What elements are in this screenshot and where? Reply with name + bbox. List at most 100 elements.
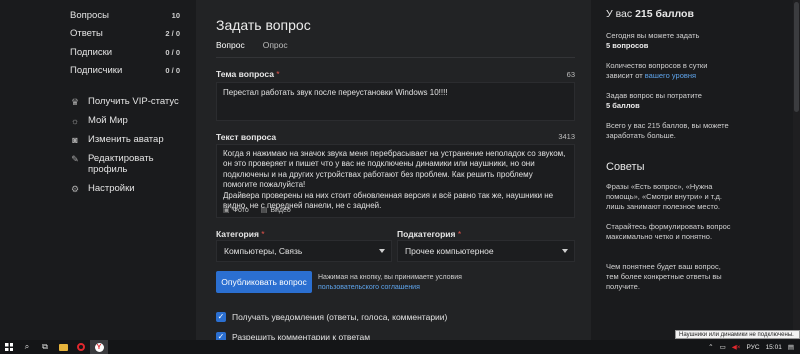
crown-icon: ♛: [70, 97, 80, 107]
stat-subscriptions[interactable]: Подписки 0 / 0: [70, 43, 185, 62]
stat-label: Подписки: [70, 46, 113, 58]
sidebar-menu: ♛ Получить VIP-статус ☼ Мой Мир ◙ Измени…: [70, 92, 185, 198]
stat-questions[interactable]: Вопросы 10: [70, 6, 185, 25]
tip-text: Старайтесь формулировать вопрос максимал…: [606, 222, 731, 241]
start-button[interactable]: [0, 340, 18, 354]
page: Вопросы 10 Ответы 2 / 0 Подписки 0 / 0 П…: [0, 0, 800, 342]
menu-item-edit-profile[interactable]: ✎ Редактировать профиль: [70, 149, 185, 179]
camera-icon: ◙: [72, 135, 78, 145]
menu-item-avatar[interactable]: ◙ Изменить аватар: [70, 130, 185, 149]
required-mark: *: [457, 229, 462, 239]
opera-button[interactable]: [72, 340, 90, 354]
category-label-text: Категория: [216, 229, 259, 239]
subcategory-label-text: Подкатегория: [397, 229, 456, 239]
menu-item-settings[interactable]: ⚙ Настройки: [70, 179, 185, 198]
network-icon[interactable]: ▭: [720, 343, 726, 351]
user-agreement-link[interactable]: пользовательского соглашения: [318, 283, 462, 293]
yandex-icon: Y: [94, 342, 104, 352]
page-title: Задать вопрос: [216, 17, 311, 33]
subcategory-select[interactable]: Прочее компьютерное: [397, 240, 575, 262]
attach-video-button[interactable]: ▤ Видео: [261, 206, 291, 214]
questions-left-info: Сегодня вы можете задать 5 вопросов: [606, 31, 731, 51]
subcategory-label: Подкатегория *: [397, 229, 461, 239]
chevron-up-icon[interactable]: ⌃: [708, 343, 713, 351]
menu-item-vip[interactable]: ♛ Получить VIP-статус: [70, 92, 185, 111]
menu-item-label: Получить VIP-статус: [88, 96, 179, 107]
system-tray: ⌃ ▭ ◀× РУС 15:01 ▤: [708, 340, 800, 354]
topic-input[interactable]: Перестал работать звук после переустанов…: [216, 82, 575, 121]
clock[interactable]: 15:01: [766, 344, 782, 351]
attach-video-label: Видео: [270, 207, 291, 214]
stat-label: Вопросы: [70, 9, 109, 21]
required-mark: *: [261, 229, 265, 239]
publish-question-button[interactable]: Опубликовать вопрос: [216, 271, 312, 293]
opera-icon: [77, 343, 85, 351]
attach-bar: ▣ Фото ▤ Видео: [223, 206, 291, 214]
yandex-browser-button[interactable]: Y: [90, 340, 108, 354]
speaker-muted-icon[interactable]: ◀×: [732, 343, 741, 351]
menu-item-label: Настройки: [88, 183, 135, 194]
question-label-text: Текст вопроса: [216, 132, 277, 142]
chevron-down-icon: [379, 249, 385, 253]
page-scrollbar[interactable]: [793, 0, 800, 340]
stat-count: 2 / 0: [165, 29, 180, 39]
ask-question-form: Задать вопрос Вопрос Опрос Тема вопроса …: [196, 0, 591, 342]
info-text: Задав вопрос вы потратите: [606, 91, 702, 100]
checkbox-checked-icon[interactable]: ✓: [216, 312, 226, 322]
category-value: Компьютеры, Связь: [224, 246, 303, 256]
left-sidebar: Вопросы 10 Ответы 2 / 0 Подписки 0 / 0 П…: [70, 0, 185, 198]
cost-info: Задав вопрос вы потратите 5 баллов: [606, 91, 731, 111]
menu-item-my-world[interactable]: ☼ Мой Мир: [70, 111, 185, 130]
menu-item-label: Редактировать профиль: [88, 153, 154, 175]
folder-icon: [58, 343, 68, 351]
menu-item-label: Мой Мир: [88, 115, 128, 126]
tray-tooltip: Наушники или динамики не подключены.: [675, 330, 800, 339]
level-info: Количество вопросов в сутки зависит от в…: [606, 61, 731, 81]
stat-subscribers[interactable]: Подписчики 0 / 0: [70, 62, 185, 81]
stat-count: 10: [171, 10, 180, 20]
points-title-prefix: У вас: [606, 8, 633, 20]
taskbar: ⌕ ⧉ Y ⌃ ▭ ◀× РУС 15:01 ▤: [0, 340, 800, 354]
earn-info: Всего у вас 215 баллов, вы можете зарабо…: [606, 121, 729, 140]
tabs-divider: [216, 57, 575, 58]
tips-title: Советы: [606, 161, 645, 173]
agreement-text: Нажимая на кнопку, вы принимаете условия: [318, 274, 462, 281]
scrollbar-thumb[interactable]: [794, 2, 799, 112]
question-text: Когда я нажимаю на значок звука меня пер…: [223, 149, 566, 211]
stat-label: Подписчики: [70, 65, 123, 77]
topic-counter: 63: [566, 70, 575, 79]
notify-checkbox-row[interactable]: ✓ Получать уведомления (ответы, голоса, …: [216, 312, 447, 322]
info-text: Сегодня вы можете задать: [606, 31, 700, 40]
points-title: У вас 215 баллов: [606, 8, 694, 20]
language-indicator[interactable]: РУС: [747, 344, 760, 351]
level-link[interactable]: вашего уровня: [645, 71, 696, 80]
attach-photo-button[interactable]: ▣ Фото: [223, 206, 249, 214]
tab-poll[interactable]: Опрос: [263, 40, 288, 58]
task-view-button[interactable]: ⧉: [36, 340, 54, 354]
image-icon: ▣: [223, 207, 230, 214]
category-label: Категория *: [216, 229, 265, 239]
form-tabs: Вопрос Опрос: [216, 40, 288, 58]
info-bold: 5 баллов: [606, 101, 640, 110]
gear-icon: ⚙: [70, 184, 80, 194]
tab-question[interactable]: Вопрос: [216, 40, 245, 58]
tip-text: Фразы «Есть вопрос», «Нужна помощь», «См…: [606, 182, 722, 211]
topic-label: Тема вопроса *: [216, 69, 280, 79]
explorer-button[interactable]: [54, 340, 72, 354]
question-label: Текст вопроса: [216, 132, 276, 142]
search-button[interactable]: ⌕: [18, 340, 36, 354]
stat-count: 0 / 0: [165, 47, 180, 57]
stat-answers[interactable]: Ответы 2 / 0: [70, 25, 185, 44]
world-icon: ☼: [70, 116, 80, 126]
attach-photo-label: Фото: [232, 207, 249, 214]
search-icon: ⌕: [24, 342, 30, 351]
edit-icon: ✎: [71, 154, 79, 164]
notifications-icon[interactable]: ▤: [788, 343, 794, 351]
task-view-icon: ⧉: [42, 342, 48, 351]
tip-text: Чем понятнее будет ваш вопрос, тем более…: [606, 262, 722, 291]
category-select[interactable]: Компьютеры, Связь: [216, 240, 392, 262]
stat-count: 0 / 0: [165, 66, 180, 76]
required-mark: *: [276, 69, 280, 79]
windows-icon: [5, 343, 13, 351]
film-icon: ▤: [260, 207, 268, 214]
